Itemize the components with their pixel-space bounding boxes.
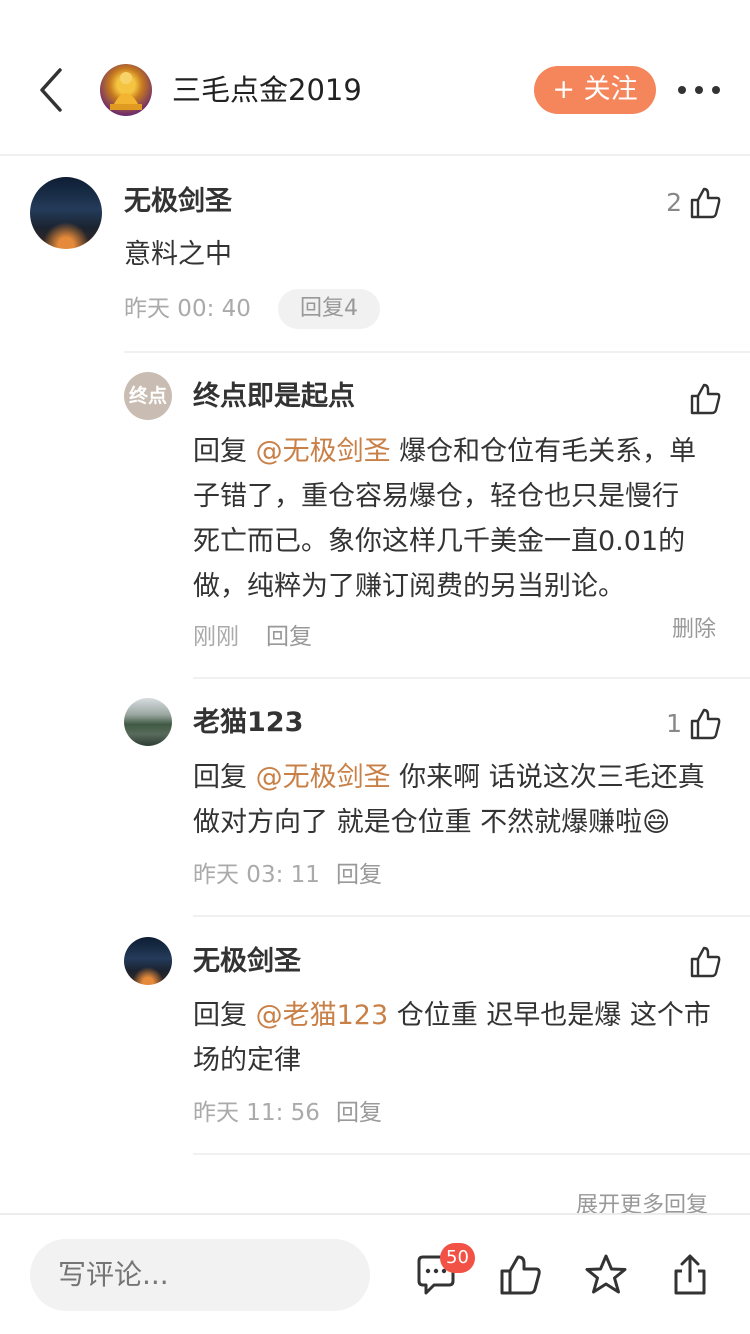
reply-prefix: 回复: [193, 1000, 256, 1031]
user-avatar[interactable]: 终点: [124, 372, 172, 420]
like-count: 2: [666, 188, 682, 217]
thumbs-up-icon[interactable]: [688, 186, 722, 220]
divider: [193, 677, 750, 679]
reply-button[interactable]: 回复: [266, 621, 312, 653]
comment-count-badge: 50: [440, 1243, 475, 1273]
bottom-action-bar: 50: [0, 1213, 750, 1334]
reply-text: 回复 @老猫123 仓位重 迟早也是爆 这个市 场的定律: [193, 993, 733, 1083]
star-icon[interactable]: [584, 1253, 628, 1297]
like-count: 1: [666, 709, 682, 738]
divider: [124, 351, 750, 353]
delete-button[interactable]: 删除: [672, 611, 716, 643]
thumbs-up-icon[interactable]: [688, 382, 722, 416]
user-avatar[interactable]: [30, 177, 102, 249]
reply-text: 回复 @无极剑圣 爆仓和仓位有毛关系，单 子错了，重仓容易爆仓，轻仓也只是慢行 …: [193, 429, 733, 609]
reply-timestamp: 刚刚: [193, 624, 239, 650]
comment-username[interactable]: 无极剑圣: [124, 184, 232, 220]
reply-text: 回复 @无极剑圣 你来啊 话说这次三毛还真 做对方向了 就是仓位重 不然就爆赚啦…: [193, 755, 733, 845]
reply-username[interactable]: 终点即是起点: [193, 379, 355, 415]
divider: [193, 915, 750, 917]
top-nav-bar: 三毛点金2019 + 关注: [0, 0, 750, 156]
buddha-statue-image: [110, 72, 142, 110]
reply-text-line: 做对方向了 就是仓位重 不然就爆赚啦: [193, 807, 643, 838]
mention-link[interactable]: @无极剑圣: [256, 436, 391, 467]
follow-button[interactable]: + 关注: [534, 66, 656, 114]
share-icon[interactable]: [668, 1253, 712, 1297]
reply-text-line: 做，纯粹为了赚订阅费的另当别论。: [193, 571, 625, 602]
view-replies-button[interactable]: 回复4: [278, 289, 380, 329]
reply-timestamp: 昨天 03: 11: [193, 862, 320, 888]
thumbs-up-icon[interactable]: [688, 707, 722, 741]
reply-username[interactable]: 无极剑圣: [193, 944, 301, 980]
comment-timestamp: 昨天 00: 40: [124, 296, 251, 322]
reply-text-part: 爆仓和仓位有毛关系，单: [390, 436, 697, 467]
reply-text-line: 死亡而已。象你这样几千美金一直0.01的: [193, 526, 686, 557]
reply-button[interactable]: 回复: [336, 1097, 382, 1129]
thumbs-up-icon[interactable]: [498, 1253, 542, 1297]
divider: [193, 1153, 750, 1155]
reply-text-part: 仓位重 迟早也是爆 这个市: [388, 1000, 711, 1031]
thumbs-up-icon[interactable]: [688, 945, 722, 979]
reply-prefix: 回复: [193, 436, 256, 467]
reply-text-line: 子错了，重仓容易爆仓，轻仓也只是慢行: [193, 481, 679, 512]
author-avatar[interactable]: [100, 64, 152, 116]
reply-text-line: 场的定律: [193, 1045, 301, 1076]
comment-input[interactable]: [30, 1239, 370, 1311]
reply-username[interactable]: 老猫123: [193, 705, 303, 741]
reply-prefix: 回复: [193, 762, 256, 793]
reply-timestamp: 昨天 11: 56: [193, 1100, 320, 1126]
reply-button[interactable]: 回复: [336, 859, 382, 891]
mention-link[interactable]: @老猫123: [256, 1000, 389, 1031]
mention-link[interactable]: @无极剑圣: [256, 762, 391, 793]
reply-text-part: 你来啊 话说这次三毛还真: [390, 762, 705, 793]
back-arrow-icon[interactable]: [30, 66, 74, 114]
more-options-icon[interactable]: [676, 80, 722, 100]
grin-emoji-icon: 😄: [642, 807, 671, 838]
comment-text: 意料之中: [124, 239, 232, 270]
user-avatar[interactable]: [124, 698, 172, 746]
user-avatar[interactable]: [124, 937, 172, 985]
author-name[interactable]: 三毛点金2019: [172, 70, 362, 110]
